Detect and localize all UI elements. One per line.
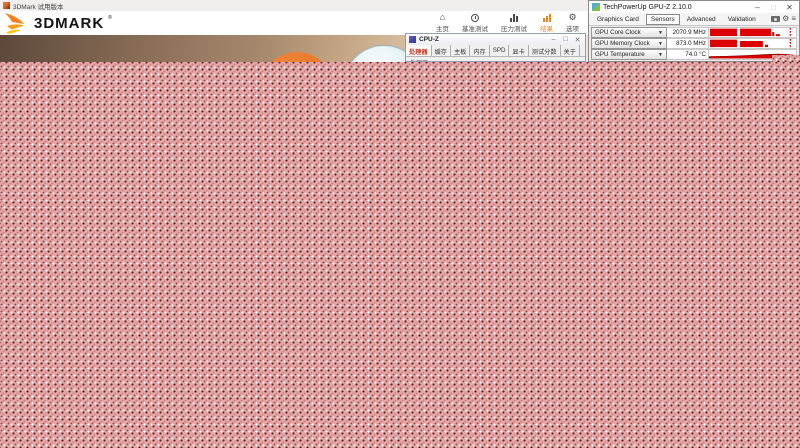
sensor-value: 74.0 °C — [667, 49, 709, 60]
sensor-graph-gpu-core-clock — [709, 27, 797, 38]
sensor-select-gpu-memory-clock[interactable]: GPU Memory Clock ▼ — [591, 38, 667, 49]
cpuz-tab-caches[interactable]: 缓存 — [432, 45, 451, 56]
nav-options[interactable]: ⚙ 选项 — [566, 13, 579, 33]
nav-stress-tests[interactable]: 压力测试 — [501, 13, 527, 33]
nav-home-label: 主页 — [436, 23, 449, 33]
gpuz-sensor-list: GPU Core Clock ▼ 2070.9 MHz GPU Me — [589, 26, 799, 61]
cpuz-tab-memory[interactable]: 内存 — [470, 45, 489, 56]
cpuz-section-label: 处理器 — [406, 57, 585, 62]
minimize-icon[interactable]: – — [549, 36, 558, 43]
minimize-icon[interactable]: – — [751, 3, 764, 12]
nav-options-label: 选项 — [566, 23, 579, 33]
sensor-name: GPU Memory Clock — [595, 40, 650, 47]
sparkline — [709, 39, 796, 48]
gear-icon: ⚙ — [568, 13, 576, 22]
3dmark-flame-icon — [4, 12, 30, 34]
sensor-name: GPU Temperature — [595, 51, 645, 58]
gpuz-titlebar: TechPowerUp GPU-Z 2.10.0 – □ ✕ — [589, 1, 799, 13]
sensor-select-gpu-temperature[interactable]: GPU Temperature ▼ — [591, 49, 667, 60]
cpuz-tab-cpu[interactable]: 处理器 — [406, 45, 432, 56]
cpuz-tab-bench[interactable]: 测试分数 — [529, 45, 561, 56]
cpuz-tab-graphics[interactable]: 显卡 — [509, 45, 528, 56]
3dmark-nav: ⌂ 主页 基准测试 压力测试 结果 ⚙ 选项 — [436, 13, 579, 33]
cpuz-app-icon — [409, 36, 416, 43]
results-chart-icon — [543, 13, 551, 22]
3dmark-window-title: 3DMark 试用版本 — [13, 1, 64, 11]
nav-stress-tests-label: 压力测试 — [501, 23, 527, 33]
sparkline — [709, 28, 796, 37]
close-icon[interactable]: ✕ — [573, 36, 582, 44]
sensor-value: 2070.9 MHz — [667, 27, 709, 38]
cpuz-tabbar: 处理器 缓存 主板 内存 SPD 显卡 测试分数 关于 — [406, 45, 585, 57]
gpuz-tab-sensors[interactable]: Sensors — [646, 14, 680, 25]
3dmark-titlebar: 3DMark 试用版本 — [0, 0, 588, 11]
sensor-row-gpu-memory-clock: GPU Memory Clock ▼ 873.0 MHz — [591, 38, 797, 49]
chevron-down-icon: ▼ — [658, 52, 663, 58]
nav-results[interactable]: 结果 — [540, 13, 553, 33]
gpuz-tab-advanced[interactable]: Advanced — [682, 14, 721, 25]
sensor-row-gpu-core-clock: GPU Core Clock ▼ 2070.9 MHz — [591, 27, 797, 38]
cpuz-titlebar: CPU-Z – □ ✕ — [406, 34, 585, 45]
close-icon[interactable]: ✕ — [783, 3, 796, 12]
registered-mark: ® — [108, 15, 112, 21]
artifact-pattern-patch — [772, 55, 800, 62]
3dmark-app-icon — [3, 2, 10, 9]
3dmark-logotype: 3DMARK — [34, 15, 104, 32]
maximize-icon[interactable]: □ — [767, 3, 780, 12]
cpuz-tab-spd[interactable]: SPD — [490, 45, 510, 56]
gpuz-tab-graphics-card[interactable]: Graphics Card — [592, 14, 644, 25]
podium-icon — [510, 13, 518, 22]
screenshot-camera-icon[interactable] — [771, 16, 780, 22]
chevron-down-icon: ▼ — [658, 30, 663, 36]
gauge-icon — [471, 14, 479, 22]
maximize-icon[interactable]: □ — [561, 36, 570, 43]
gpuz-window: TechPowerUp GPU-Z 2.10.0 – □ ✕ Graphics … — [588, 0, 800, 62]
3dmark-logo: 3DMARK ® — [4, 12, 112, 34]
cpuz-window-title: CPU-Z — [419, 36, 546, 43]
home-icon: ⌂ — [440, 13, 445, 22]
cpuz-tab-mainboard[interactable]: 主板 — [451, 45, 470, 56]
cpuz-tab-about[interactable]: 关于 — [561, 45, 580, 56]
nav-benchmarks[interactable]: 基准测试 — [462, 14, 488, 33]
gpuz-tabbar: Graphics Card Sensors Advanced Validatio… — [589, 13, 799, 26]
gpuz-app-icon — [592, 3, 600, 11]
sensor-select-gpu-core-clock[interactable]: GPU Core Clock ▼ — [591, 27, 667, 38]
gear-icon[interactable]: ⚙ — [782, 15, 789, 23]
gpuz-tab-validation[interactable]: Validation — [723, 14, 761, 25]
benchmark-thumbnail-orange[interactable] — [260, 52, 334, 62]
gpuz-window-title: TechPowerUp GPU-Z 2.10.0 — [603, 4, 748, 11]
3dmark-header: 3DMARK ® ⌂ 主页 基准测试 压力测试 结果 — [0, 11, 588, 35]
sensor-value: 873.0 MHz — [667, 38, 709, 49]
nav-results-label: 结果 — [540, 23, 553, 33]
nav-benchmarks-label: 基准测试 — [462, 23, 488, 33]
cpuz-window: CPU-Z – □ ✕ 处理器 缓存 主板 内存 SPD 显卡 测试分数 关于 … — [405, 33, 586, 62]
nav-home[interactable]: ⌂ 主页 — [436, 13, 449, 33]
sensor-name: GPU Core Clock — [595, 29, 641, 36]
desktop-background: 3DMark 试用版本 3DMARK ® ⌂ 主页 基准测试 — [0, 0, 800, 448]
sensor-graph-gpu-memory-clock — [709, 38, 797, 49]
chevron-down-icon: ▼ — [658, 41, 663, 47]
menu-icon[interactable]: ≡ — [791, 15, 796, 23]
sensor-row-gpu-temperature: GPU Temperature ▼ 74.0 °C — [591, 49, 797, 60]
